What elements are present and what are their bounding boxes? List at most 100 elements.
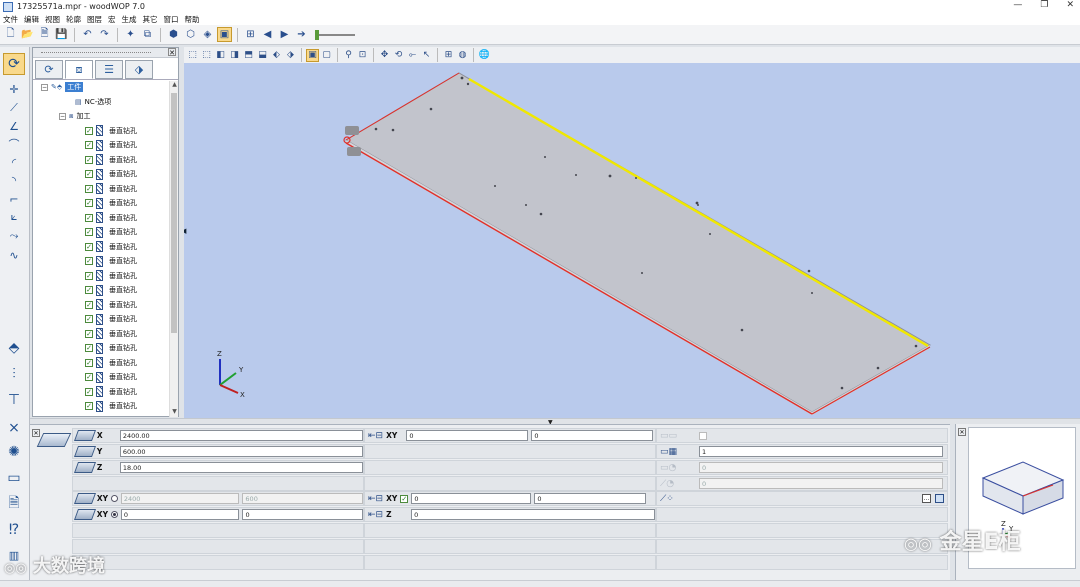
drill-checkbox[interactable]: ✓ [85, 315, 93, 324]
drill-checkbox[interactable]: ✓ [85, 344, 93, 353]
workpiece-tool-icon[interactable]: ⟳ [3, 53, 25, 75]
drill-checkbox[interactable]: ✓ [85, 213, 93, 222]
menu-help[interactable]: 帮助 [185, 14, 200, 25]
collapse-icon[interactable]: − [59, 112, 66, 120]
scroll-up-icon[interactable]: ▲ [170, 81, 179, 90]
menu-layer[interactable]: 图层 [87, 14, 102, 25]
mid-y-input[interactable]: 0 [534, 493, 647, 504]
new-template-icon[interactable]: 🗎 [37, 27, 52, 42]
box-shaded-icon[interactable]: ◈ [200, 27, 215, 42]
save-icon[interactable]: 💾 [54, 27, 69, 42]
arc-center-icon[interactable]: ◝ [3, 172, 25, 188]
spline-icon[interactable]: ∿ [3, 247, 25, 263]
copy-icon[interactable]: ⧉ [140, 27, 155, 42]
tree-scrollbar[interactable]: ▲ ▼ [169, 81, 178, 417]
drill-checkbox[interactable]: ✓ [85, 358, 93, 367]
new-file-icon[interactable]: 🗋 [3, 27, 18, 42]
pan-icon[interactable]: ✥ [378, 49, 391, 62]
chamfer-icon[interactable]: ⟀ [3, 209, 25, 225]
offset-y-input[interactable]: 0 [531, 430, 654, 441]
tree-drill-item[interactable]: ✓ 垂直钻孔 [85, 385, 137, 400]
view-top-icon[interactable]: ⬒ [242, 49, 255, 62]
select-icon[interactable]: ↖ [420, 49, 433, 62]
tree-drill-item[interactable]: ✓ 垂直钻孔 [85, 269, 137, 284]
scroll-down-icon[interactable]: ▼ [170, 408, 179, 417]
program-icon[interactable]: ⊞ [243, 27, 258, 42]
globe-icon[interactable]: 🌐 [478, 49, 491, 62]
tree-drill-item[interactable]: ✓ 垂直钻孔 [85, 370, 137, 385]
redo-icon[interactable]: ↷ [97, 27, 112, 42]
point-tool-icon[interactable]: ✛ [3, 81, 25, 97]
y-input[interactable]: 600.00 [119, 446, 363, 457]
tree-drill-item[interactable]: ✓ 垂直钻孔 [85, 298, 137, 313]
tree-drill-item[interactable]: ✓ 垂直钻孔 [85, 124, 137, 139]
tab-variables[interactable]: ☰ [95, 60, 123, 79]
tree-drill-item[interactable]: ✓ 垂直钻孔 [85, 283, 137, 298]
new-workpiece-icon[interactable]: ✦ [123, 27, 138, 42]
line-tool-icon[interactable]: ⟋ [3, 100, 25, 116]
menu-edit[interactable]: 编辑 [24, 14, 39, 25]
tree-drill-item[interactable]: ✓ 垂直钻孔 [85, 356, 137, 371]
tree-drill-item[interactable]: ✓ 垂直钻孔 [85, 225, 137, 240]
color-icon[interactable]: ◍ [456, 49, 469, 62]
drill-checkbox[interactable]: ✓ [85, 242, 93, 251]
tab-program[interactable]: ⧈ [65, 60, 93, 79]
drill-checkbox[interactable]: ✓ [85, 126, 93, 135]
drill-checkbox[interactable]: ✓ [85, 170, 93, 179]
drill-checkbox[interactable]: ✓ [85, 257, 93, 266]
tree-machining[interactable]: − ⧈ 加工 [59, 109, 90, 124]
menu-contour[interactable]: 轮廓 [66, 14, 81, 25]
tree-drill-item[interactable]: ✓ 垂直钻孔 [85, 138, 137, 153]
tree-drill-item[interactable]: ✓ 垂直钻孔 [85, 341, 137, 356]
drill-checkbox[interactable]: ✓ [85, 300, 93, 309]
tab-components[interactable]: ⬗ [125, 60, 153, 79]
3d-viewport[interactable]: Z Y X ◀ [184, 63, 1080, 418]
z-offset-input[interactable]: 0 [411, 509, 655, 520]
view-front-icon[interactable]: ⬚ [186, 49, 199, 62]
drill-checkbox[interactable]: ✓ [85, 184, 93, 193]
router-icon[interactable]: ⊤ [3, 389, 25, 411]
tree-drill-item[interactable]: ✓ 垂直钻孔 [85, 153, 137, 168]
simulation-icon[interactable]: ▣ [217, 27, 232, 42]
menu-generate[interactable]: 生成 [122, 14, 137, 25]
menu-window[interactable]: 窗口 [164, 14, 179, 25]
tree-drill-item[interactable]: ✓ 垂直钻孔 [85, 182, 137, 197]
zero2-x-input[interactable]: 0 [120, 509, 240, 520]
pocket-icon[interactable]: ▭ [3, 467, 25, 489]
tree-drill-item[interactable]: ✓ 垂直钻孔 [85, 196, 137, 211]
zero2-y-input[interactable]: 0 [242, 509, 363, 520]
measure-icon[interactable]: ⟜ [406, 49, 419, 62]
zoom-icon[interactable]: ⚲ [342, 49, 355, 62]
saw-icon[interactable]: ⨯ [3, 417, 25, 439]
drill-checkbox[interactable]: ✓ [85, 271, 93, 280]
view-back-icon[interactable]: ⬚ [200, 49, 213, 62]
offset-x-input[interactable]: 0 [406, 430, 529, 441]
view-left-icon[interactable]: ◧ [214, 49, 227, 62]
tree-drill-item[interactable]: ✓ 垂直钻孔 [85, 312, 137, 327]
arrow-left-icon[interactable]: ◀ [260, 27, 275, 42]
vertical-drill-icon[interactable]: ⫶ [3, 363, 25, 385]
undo-icon[interactable]: ↶ [80, 27, 95, 42]
menu-other[interactable]: 其它 [143, 14, 158, 25]
close-button[interactable]: ✕ [1066, 0, 1074, 10]
view-wire-icon[interactable]: ▢ [320, 49, 333, 62]
tree-drill-item[interactable]: ✓ 垂直钻孔 [85, 254, 137, 269]
browse-icon[interactable] [935, 494, 944, 503]
tree-nc-option[interactable]: ▤ NC-选项 [75, 95, 111, 110]
tree-root[interactable]: − ✎⬘ 工件 [41, 80, 84, 95]
panel-pin-button[interactable]: ✕ [32, 429, 40, 437]
document-icon[interactable]: 🗎 [3, 493, 25, 515]
help-icon[interactable]: ⁉ [3, 519, 25, 541]
tree-drill-item[interactable]: ✓ 垂直钻孔 [85, 211, 137, 226]
x-input[interactable]: 2400.00 [119, 430, 363, 441]
drill-checkbox[interactable]: ✓ [85, 373, 93, 382]
panel-close-button[interactable]: ✕ [168, 48, 176, 57]
drill-checkbox[interactable]: ✓ [85, 141, 93, 150]
play-icon[interactable]: ▶ [277, 27, 292, 42]
tree-drill-item[interactable]: ✓ 垂直钻孔 [85, 240, 137, 255]
angle-line-icon[interactable]: ∠ [3, 118, 25, 134]
menu-file[interactable]: 文件 [3, 14, 18, 25]
simulation-slider[interactable] [315, 29, 355, 40]
tab-contour[interactable]: ⟳ [35, 60, 63, 79]
zero-radio[interactable] [110, 495, 118, 502]
